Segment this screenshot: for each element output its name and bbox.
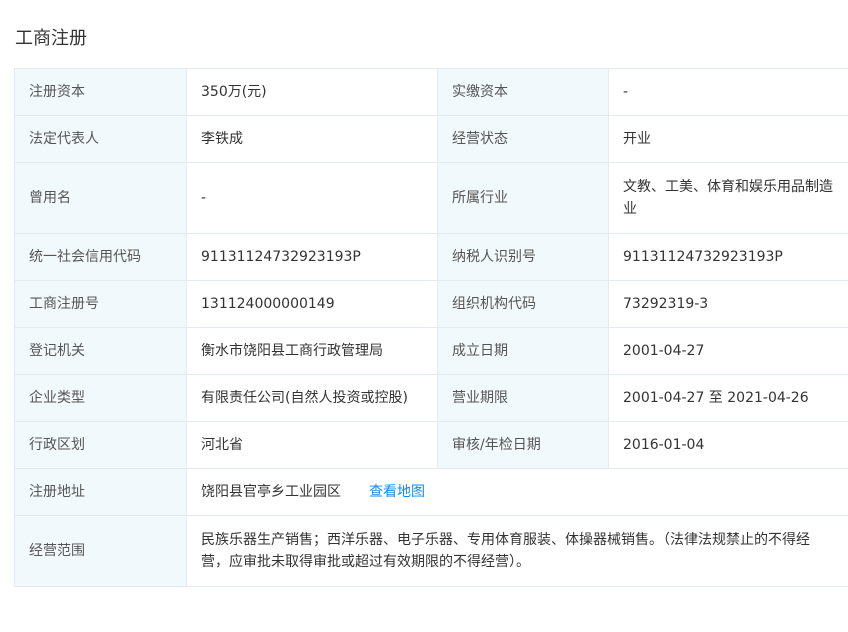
credit-code-value: 91131124732923193P bbox=[186, 233, 438, 281]
business-scope-label: 经营范围 bbox=[14, 515, 187, 587]
business-term-value: 2001-04-27 至 2021-04-26 bbox=[608, 374, 848, 422]
paid-in-capital-label: 实缴资本 bbox=[437, 68, 609, 116]
table-row: 法定代表人 李铁成 经营状态 开业 bbox=[14, 115, 848, 163]
table-row: 工商注册号 131124000000149 组织机构代码 73292319-3 bbox=[14, 280, 848, 328]
registration-number-value: 131124000000149 bbox=[186, 280, 438, 328]
taxpayer-id-value: 91131124732923193P bbox=[608, 233, 848, 281]
registered-address-value: 饶阳县官亭乡工业园区 bbox=[201, 484, 341, 500]
registration-number-label: 工商注册号 bbox=[14, 280, 187, 328]
industry-value: 文教、工美、体育和娱乐用品制造业 bbox=[608, 162, 848, 234]
table-row: 企业类型 有限责任公司(自然人投资或控股) 营业期限 2001-04-27 至 … bbox=[14, 374, 848, 422]
operating-status-value: 开业 bbox=[608, 115, 848, 163]
operating-status-label: 经营状态 bbox=[437, 115, 609, 163]
section-title: 工商注册 bbox=[15, 28, 87, 49]
legal-representative-value: 李铁成 bbox=[186, 115, 438, 163]
legal-representative-label: 法定代表人 bbox=[14, 115, 187, 163]
page: 工商注册 注册资本 350万(元) 实缴资本 - 法定代表人 李铁成 经营状态 … bbox=[0, 0, 848, 632]
taxpayer-id-label: 纳税人识别号 bbox=[437, 233, 609, 281]
credit-code-label: 统一社会信用代码 bbox=[14, 233, 187, 281]
former-name-label: 曾用名 bbox=[14, 162, 187, 234]
table-row: 经营范围 民族乐器生产销售；西洋乐器、电子乐器、专用体育服装、体操器械销售。（法… bbox=[14, 515, 848, 587]
administrative-division-label: 行政区划 bbox=[14, 421, 187, 469]
paid-in-capital-value: - bbox=[608, 68, 848, 116]
table-row: 统一社会信用代码 91131124732923193P 纳税人识别号 91131… bbox=[14, 233, 848, 281]
annual-review-date-label: 审核/年检日期 bbox=[437, 421, 609, 469]
table-row: 曾用名 - 所属行业 文教、工美、体育和娱乐用品制造业 bbox=[14, 162, 848, 234]
registration-authority-value: 衡水市饶阳县工商行政管理局 bbox=[186, 327, 438, 375]
table-row: 注册资本 350万(元) 实缴资本 - bbox=[14, 68, 848, 116]
company-type-value: 有限责任公司(自然人投资或控股) bbox=[186, 374, 438, 422]
business-scope-value: 民族乐器生产销售；西洋乐器、电子乐器、专用体育服装、体操器械销售。（法律法规禁止… bbox=[186, 515, 848, 587]
view-map-link[interactable]: 查看地图 bbox=[369, 484, 425, 500]
former-name-value: - bbox=[186, 162, 438, 234]
registration-authority-label: 登记机关 bbox=[14, 327, 187, 375]
business-term-label: 营业期限 bbox=[437, 374, 609, 422]
annual-review-date-value: 2016-01-04 bbox=[608, 421, 848, 469]
company-type-label: 企业类型 bbox=[14, 374, 187, 422]
administrative-division-value: 河北省 bbox=[186, 421, 438, 469]
registered-capital-value: 350万(元) bbox=[186, 68, 438, 116]
registered-address-label: 注册地址 bbox=[14, 468, 187, 516]
table-row: 登记机关 衡水市饶阳县工商行政管理局 成立日期 2001-04-27 bbox=[14, 327, 848, 375]
organization-code-label: 组织机构代码 bbox=[437, 280, 609, 328]
business-registration-table: 注册资本 350万(元) 实缴资本 - 法定代表人 李铁成 经营状态 开业 曾用… bbox=[14, 68, 848, 587]
table-row: 注册地址 饶阳县官亭乡工业园区 查看地图 bbox=[14, 468, 848, 516]
establishment-date-value: 2001-04-27 bbox=[608, 327, 848, 375]
establishment-date-label: 成立日期 bbox=[437, 327, 609, 375]
organization-code-value: 73292319-3 bbox=[608, 280, 848, 328]
registered-address-cell: 饶阳县官亭乡工业园区 查看地图 bbox=[186, 468, 848, 516]
registered-capital-label: 注册资本 bbox=[14, 68, 187, 116]
industry-label: 所属行业 bbox=[437, 162, 609, 234]
table-row: 行政区划 河北省 审核/年检日期 2016-01-04 bbox=[14, 421, 848, 469]
